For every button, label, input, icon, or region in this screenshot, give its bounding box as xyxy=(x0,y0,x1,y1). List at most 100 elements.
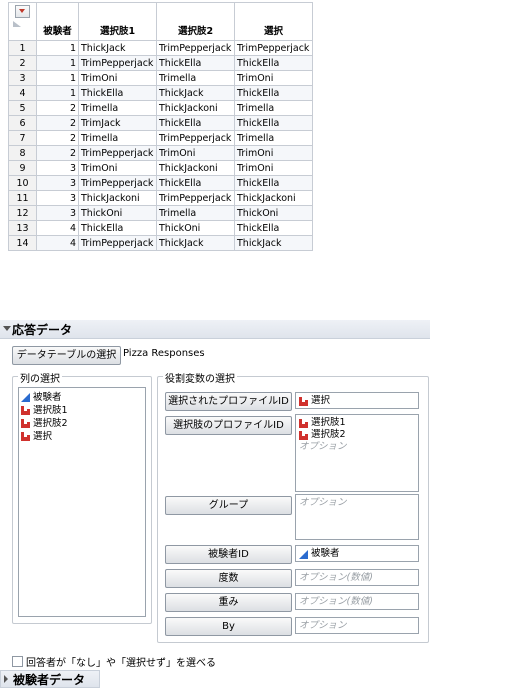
row-number[interactable]: 12 xyxy=(8,205,37,221)
select-data-table-button[interactable]: データテーブルの選択 xyxy=(12,346,121,365)
row-number[interactable]: 6 xyxy=(8,115,37,131)
table-cell[interactable]: ThickElla xyxy=(234,55,313,71)
column-header-choice[interactable]: 選択 xyxy=(234,2,313,41)
table-cell[interactable]: ThickJack xyxy=(156,85,235,101)
table-cell[interactable]: Trimella xyxy=(78,130,157,146)
subject-data-header[interactable]: 被験者データ xyxy=(0,670,100,688)
row-number[interactable]: 11 xyxy=(8,190,37,206)
table-cell[interactable]: ThickJackoni xyxy=(78,190,157,206)
row-number[interactable]: 2 xyxy=(8,55,37,71)
weight-button[interactable]: 重み xyxy=(165,593,292,612)
table-row[interactable]: 6 2 TrimJack ThickElla ThickElla xyxy=(8,115,313,131)
table-row[interactable]: 13 4 ThickElla ThickOni ThickElla xyxy=(8,220,313,236)
choice-profile-id-field[interactable]: 選択肢1 選択肢2 オプション xyxy=(295,414,419,492)
role-item[interactable]: 被験者 xyxy=(299,548,415,560)
table-cell-subject[interactable]: 3 xyxy=(36,190,79,206)
table-cell-subject[interactable]: 2 xyxy=(36,130,79,146)
none-option-checkbox[interactable] xyxy=(12,656,23,667)
choice-profile-id-button[interactable]: 選択肢のプロファイルID xyxy=(165,416,292,435)
table-cell[interactable]: TrimPepperjack xyxy=(156,40,235,56)
table-row[interactable]: 11 3 ThickJackoni TrimPepperjack ThickJackon… xyxy=(8,190,313,206)
table-cell[interactable]: TrimPepperjack xyxy=(234,40,313,56)
table-row[interactable]: 4 1 ThickElla ThickJack ThickElla xyxy=(8,85,313,101)
weight-field[interactable]: オプション(数値) xyxy=(295,593,419,610)
table-cell-subject[interactable]: 1 xyxy=(36,85,79,101)
row-number[interactable]: 3 xyxy=(8,70,37,86)
table-row[interactable]: 8 2 TrimPepperjack TrimOni TrimOni xyxy=(8,145,313,161)
table-cell[interactable]: ThickElla xyxy=(78,85,157,101)
table-cell[interactable]: ThickElla xyxy=(234,115,313,131)
table-cell[interactable]: ThickOni xyxy=(234,205,313,221)
table-cell[interactable]: ThickElla xyxy=(234,85,313,101)
table-cell-subject[interactable]: 2 xyxy=(36,100,79,116)
freq-field[interactable]: オプション(数値) xyxy=(295,569,419,586)
table-cell[interactable]: Trimella xyxy=(234,100,313,116)
column-header-choice1[interactable]: 選択肢1 xyxy=(78,2,157,41)
table-cell[interactable]: ThickJackoni xyxy=(156,100,235,116)
table-cell[interactable]: TrimOni xyxy=(78,160,157,176)
table-cell[interactable]: ThickElla xyxy=(156,175,235,191)
table-cell[interactable]: TrimPepperjack xyxy=(78,175,157,191)
row-number[interactable]: 14 xyxy=(8,235,37,251)
table-row[interactable]: 14 4 TrimPepperjack ThickJack ThickJack xyxy=(8,235,313,251)
table-cell[interactable]: TrimOni xyxy=(156,145,235,161)
table-cell-subject[interactable]: 2 xyxy=(36,115,79,131)
subject-id-field[interactable]: 被験者 xyxy=(295,545,419,562)
column-list[interactable]: 被験者 選択肢1 選択肢2 選択 xyxy=(18,387,146,617)
table-cell[interactable]: ThickElla xyxy=(156,55,235,71)
table-cell[interactable]: TrimOni xyxy=(234,160,313,176)
table-cell[interactable]: ThickJack xyxy=(78,40,157,56)
row-number[interactable]: 13 xyxy=(8,220,37,236)
table-cell-subject[interactable]: 1 xyxy=(36,70,79,86)
role-item[interactable]: 選択肢2 xyxy=(299,429,415,441)
table-row[interactable]: 12 3 ThickOni Trimella ThickOni xyxy=(8,205,313,221)
table-cell-subject[interactable]: 2 xyxy=(36,145,79,161)
table-cell[interactable]: TrimOni xyxy=(234,70,313,86)
column-item-choice2[interactable]: 選択肢2 xyxy=(19,417,145,430)
table-cell[interactable]: TrimOni xyxy=(78,70,157,86)
table-cell[interactable]: ThickOni xyxy=(156,220,235,236)
row-number[interactable]: 4 xyxy=(8,85,37,101)
role-item[interactable]: 選択肢1 xyxy=(299,417,415,429)
table-cell[interactable]: ThickJackoni xyxy=(234,190,313,206)
table-row[interactable]: 5 2 Trimella ThickJackoni Trimella xyxy=(8,100,313,116)
grouping-button[interactable]: グループ xyxy=(165,496,292,515)
chosen-profile-id-button[interactable]: 選択されたプロファイルID xyxy=(165,392,292,411)
table-cell[interactable]: Trimella xyxy=(156,70,235,86)
table-cell[interactable]: TrimPepperjack xyxy=(78,55,157,71)
table-cell-subject[interactable]: 3 xyxy=(36,175,79,191)
column-item-choice1[interactable]: 選択肢1 xyxy=(19,404,145,417)
table-cell[interactable]: ThickJackoni xyxy=(156,160,235,176)
table-cell[interactable]: ThickElla xyxy=(156,115,235,131)
column-item-subject[interactable]: 被験者 xyxy=(19,391,145,404)
table-row[interactable]: 3 1 TrimOni Trimella TrimOni xyxy=(8,70,313,86)
table-cell[interactable]: ThickJack xyxy=(156,235,235,251)
row-number[interactable]: 10 xyxy=(8,175,37,191)
freq-button[interactable]: 度数 xyxy=(165,569,292,588)
table-row[interactable]: 1 1 ThickJack TrimPepperjack TrimPepperjack xyxy=(8,40,313,56)
table-cell[interactable]: ThickElla xyxy=(234,220,313,236)
role-item[interactable]: 選択 xyxy=(299,395,415,407)
red-triangle-menu-icon[interactable] xyxy=(15,5,30,18)
table-cell-subject[interactable]: 3 xyxy=(36,160,79,176)
table-row[interactable]: 2 1 TrimPepperjack ThickElla ThickElla xyxy=(8,55,313,71)
response-data-header[interactable]: 応答データ xyxy=(0,320,430,339)
table-cell[interactable]: TrimPepperjack xyxy=(78,145,157,161)
row-number[interactable]: 9 xyxy=(8,160,37,176)
table-row[interactable]: 10 3 TrimPepperjack ThickElla ThickElla xyxy=(8,175,313,191)
column-header-choice2[interactable]: 選択肢2 xyxy=(156,2,235,41)
column-item-choice[interactable]: 選択 xyxy=(19,430,145,443)
table-cell[interactable]: Trimella xyxy=(156,205,235,221)
row-number[interactable]: 7 xyxy=(8,130,37,146)
disclosure-open-icon[interactable] xyxy=(3,326,11,331)
table-cell-subject[interactable]: 3 xyxy=(36,205,79,221)
table-cell-subject[interactable]: 1 xyxy=(36,40,79,56)
chosen-profile-id-field[interactable]: 選択 xyxy=(295,392,419,409)
table-cell[interactable]: ThickElla xyxy=(234,175,313,191)
table-cell-subject[interactable]: 1 xyxy=(36,55,79,71)
by-field[interactable]: オプション xyxy=(295,617,419,634)
table-cell[interactable]: TrimOni xyxy=(234,145,313,161)
by-button[interactable]: By xyxy=(165,617,292,636)
table-cell-subject[interactable]: 4 xyxy=(36,220,79,236)
row-number[interactable]: 8 xyxy=(8,145,37,161)
